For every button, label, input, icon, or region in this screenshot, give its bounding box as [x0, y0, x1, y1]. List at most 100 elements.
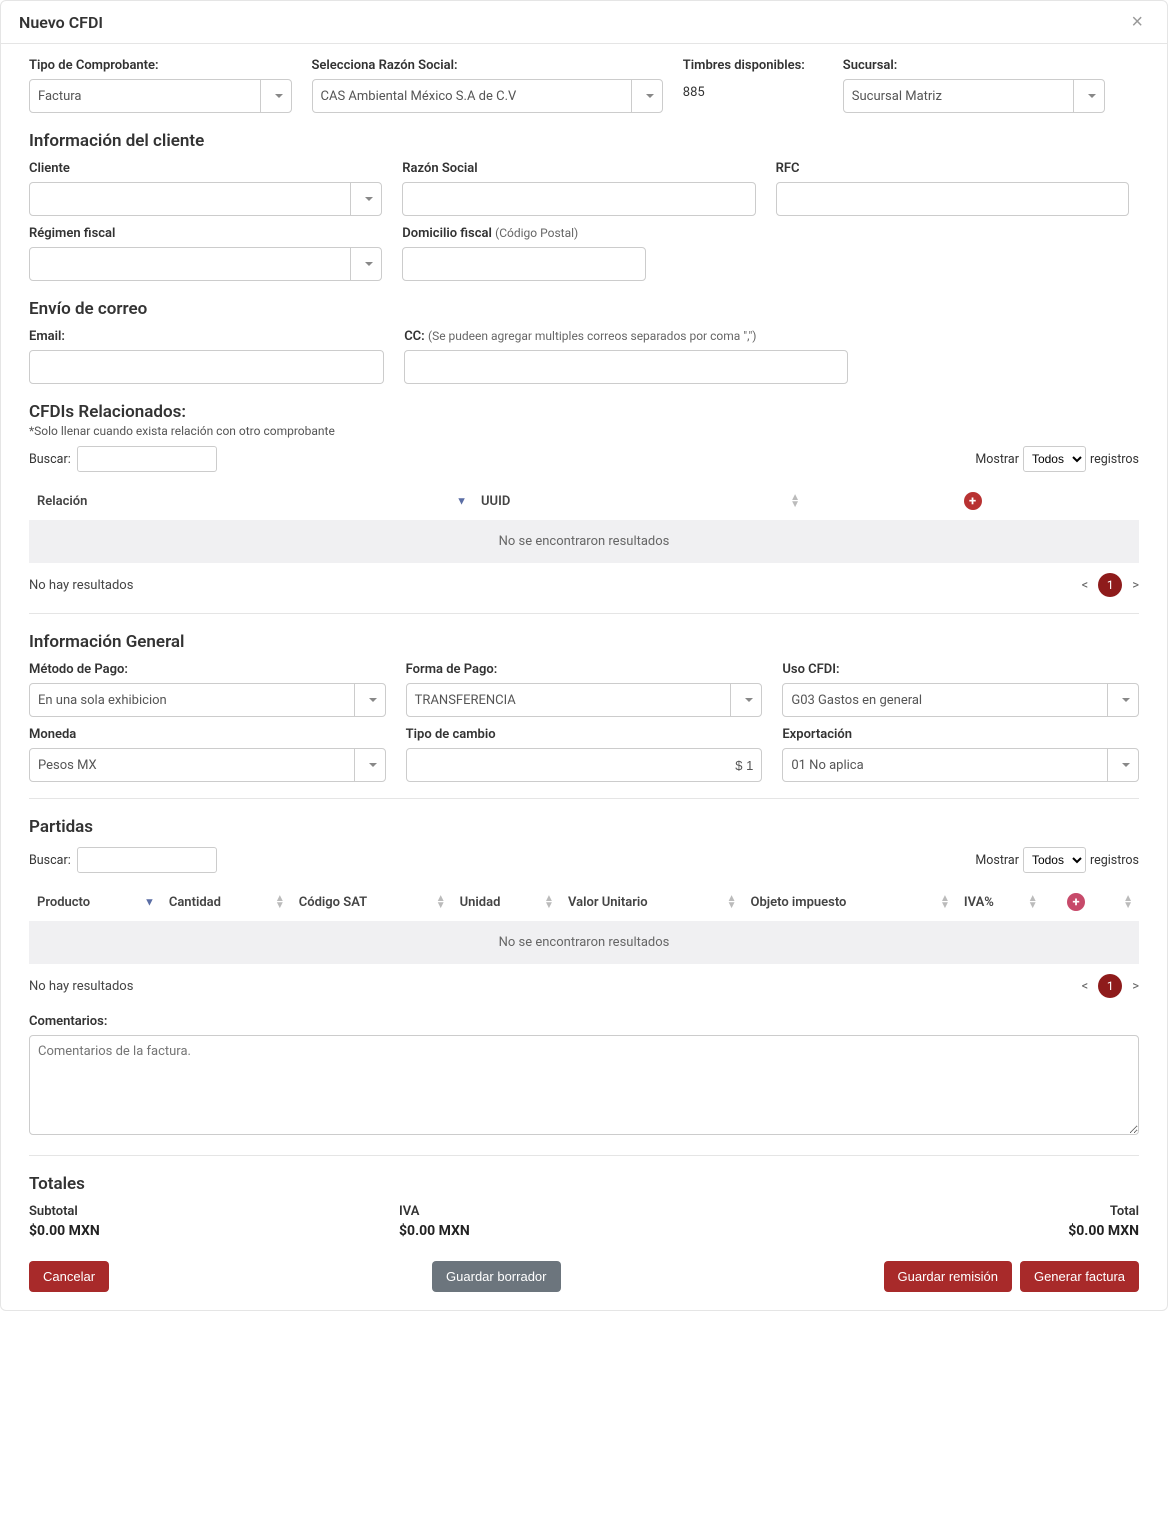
section-general: Información General — [29, 632, 1139, 652]
col-relacion[interactable]: Relación ▼ — [29, 482, 473, 520]
email-input[interactable] — [29, 350, 384, 384]
sort-icon: ▲▼ — [1028, 895, 1038, 909]
moneda-select[interactable]: Pesos MX — [29, 748, 386, 782]
tipo-cambio-input[interactable] — [406, 748, 763, 782]
pager-prev[interactable]: < — [1082, 979, 1089, 994]
email-label: Email: — [29, 329, 384, 344]
sort-desc-icon: ▼ — [144, 897, 155, 908]
pager-next[interactable]: > — [1132, 578, 1139, 593]
regimen-select[interactable] — [29, 247, 382, 281]
chevron-down-icon — [365, 262, 373, 266]
col-producto[interactable]: Producto▼ — [29, 883, 161, 921]
sort-icon: ▲▼ — [790, 494, 800, 508]
chevron-down-icon — [369, 763, 377, 767]
registros-label: registros — [1090, 452, 1139, 467]
metodo-pago-select[interactable]: En una sola exhibicion — [29, 683, 386, 717]
rfc-input[interactable] — [776, 182, 1129, 216]
sort-icon: ▲▼ — [275, 895, 285, 909]
domicilio-label: Domicilio fiscal (Código Postal) — [402, 226, 646, 241]
relacionados-mostrar-select[interactable]: Todos — [1023, 446, 1086, 472]
mostrar-label: Mostrar — [975, 452, 1019, 467]
cliente-label: Cliente — [29, 161, 382, 176]
chevron-down-icon — [1122, 698, 1130, 702]
tipo-comprobante-select[interactable]: Factura — [29, 79, 292, 113]
col-codigo-sat[interactable]: Código SAT▲▼ — [291, 883, 452, 921]
partidas-mostrar-select[interactable]: Todos — [1023, 847, 1086, 873]
col-valor-unitario[interactable]: Valor Unitario▲▼ — [560, 883, 743, 921]
partidas-buscar-label: Buscar: — [29, 853, 71, 868]
add-relacion-button[interactable]: + — [964, 492, 982, 510]
modal-title: Nuevo CFDI — [19, 13, 103, 32]
metodo-pago-label: Método de Pago: — [29, 662, 386, 677]
chevron-down-icon — [369, 698, 377, 702]
col-objeto-impuesto[interactable]: Objeto impuesto▲▼ — [743, 883, 956, 921]
partidas-search-input[interactable] — [77, 847, 217, 873]
forma-pago-select[interactable]: TRANSFERENCIA — [406, 683, 763, 717]
col-unidad[interactable]: Unidad▲▼ — [452, 883, 560, 921]
comentarios-textarea[interactable] — [29, 1035, 1139, 1135]
col-cantidad[interactable]: Cantidad▲▼ — [161, 883, 291, 921]
generar-factura-button[interactable]: Generar factura — [1020, 1261, 1139, 1292]
guardar-remision-button[interactable]: Guardar remisión — [884, 1261, 1012, 1292]
pager-next[interactable]: > — [1132, 979, 1139, 994]
domicilio-input[interactable] — [402, 247, 646, 281]
close-button[interactable]: × — [1125, 11, 1149, 33]
tipo-cambio-label: Tipo de cambio — [406, 727, 763, 742]
sort-icon: ▲▼ — [1123, 895, 1133, 909]
exportacion-label: Exportación — [782, 727, 1139, 742]
modal-nuevo-cfdi: Nuevo CFDI × Tipo de Comprobante: Factur… — [0, 0, 1168, 1311]
comentarios-label: Comentarios: — [29, 1014, 1139, 1029]
col-uuid[interactable]: UUID ▲▼ — [473, 482, 806, 520]
sort-icon: ▲▼ — [436, 895, 446, 909]
buscar-label: Buscar: — [29, 452, 71, 467]
uso-cfdi-label: Uso CFDI: — [782, 662, 1139, 677]
chevron-down-icon — [745, 698, 753, 702]
razon-social-label: Selecciona Razón Social: — [312, 58, 663, 73]
subtotal-label: Subtotal — [29, 1204, 399, 1219]
timbres-value: 885 — [683, 79, 823, 100]
cliente-select[interactable] — [29, 182, 382, 216]
razon-social-input[interactable] — [402, 182, 755, 216]
cc-input[interactable] — [404, 350, 848, 384]
modal-header: Nuevo CFDI × — [1, 1, 1167, 44]
iva-value: $0.00 MXN — [399, 1223, 769, 1239]
exportacion-select[interactable]: 01 No aplica — [782, 748, 1139, 782]
sort-icon: ▲▼ — [940, 895, 950, 909]
sort-desc-icon: ▼ — [456, 496, 467, 507]
cc-label: CC: (Se pudeen agregar multiples correos… — [404, 329, 848, 344]
relacionados-note: *Solo llenar cuando exista relación con … — [29, 424, 1139, 438]
section-relacionados: CFDIs Relacionados: — [29, 402, 1139, 422]
sort-icon: ▲▼ — [544, 895, 554, 909]
total-value: $0.00 MXN — [769, 1223, 1139, 1239]
add-partida-button[interactable]: + — [1067, 893, 1085, 911]
forma-pago-label: Forma de Pago: — [406, 662, 763, 677]
razon-social-cliente-label: Razón Social — [402, 161, 755, 176]
relacionados-table: Relación ▼ UUID ▲▼ + No se encontraron r… — [29, 482, 1139, 563]
tipo-comprobante-label: Tipo de Comprobante: — [29, 58, 292, 73]
chevron-down-icon — [1088, 94, 1096, 98]
total-label: Total — [769, 1204, 1139, 1219]
razon-social-select[interactable]: CAS Ambiental México S.A de C.V — [312, 79, 663, 113]
col-iva[interactable]: IVA%▲▼ — [956, 883, 1044, 921]
regimen-label: Régimen fiscal — [29, 226, 382, 241]
chevron-down-icon — [365, 197, 373, 201]
partidas-registros-label: registros — [1090, 853, 1139, 868]
section-cliente: Información del cliente — [29, 131, 1139, 151]
pager-prev[interactable]: < — [1082, 578, 1089, 593]
section-totales: Totales — [29, 1174, 1139, 1194]
sucursal-select[interactable]: Sucursal Matriz — [843, 79, 1106, 113]
chevron-down-icon — [1122, 763, 1130, 767]
pager-page[interactable]: 1 — [1098, 573, 1122, 597]
subtotal-value: $0.00 MXN — [29, 1223, 399, 1239]
sucursal-label: Sucursal: — [843, 58, 1106, 73]
relacionados-search-input[interactable] — [77, 446, 217, 472]
timbres-label: Timbres disponibles: — [683, 58, 823, 73]
moneda-label: Moneda — [29, 727, 386, 742]
uso-cfdi-select[interactable]: G03 Gastos en general — [782, 683, 1139, 717]
guardar-borrador-button[interactable]: Guardar borrador — [432, 1261, 560, 1292]
sort-icon: ▲▼ — [727, 895, 737, 909]
relacionados-footer: No hay resultados — [29, 578, 133, 593]
pager-page[interactable]: 1 — [1098, 974, 1122, 998]
cancelar-button[interactable]: Cancelar — [29, 1261, 109, 1292]
partidas-mostrar-label: Mostrar — [975, 853, 1019, 868]
